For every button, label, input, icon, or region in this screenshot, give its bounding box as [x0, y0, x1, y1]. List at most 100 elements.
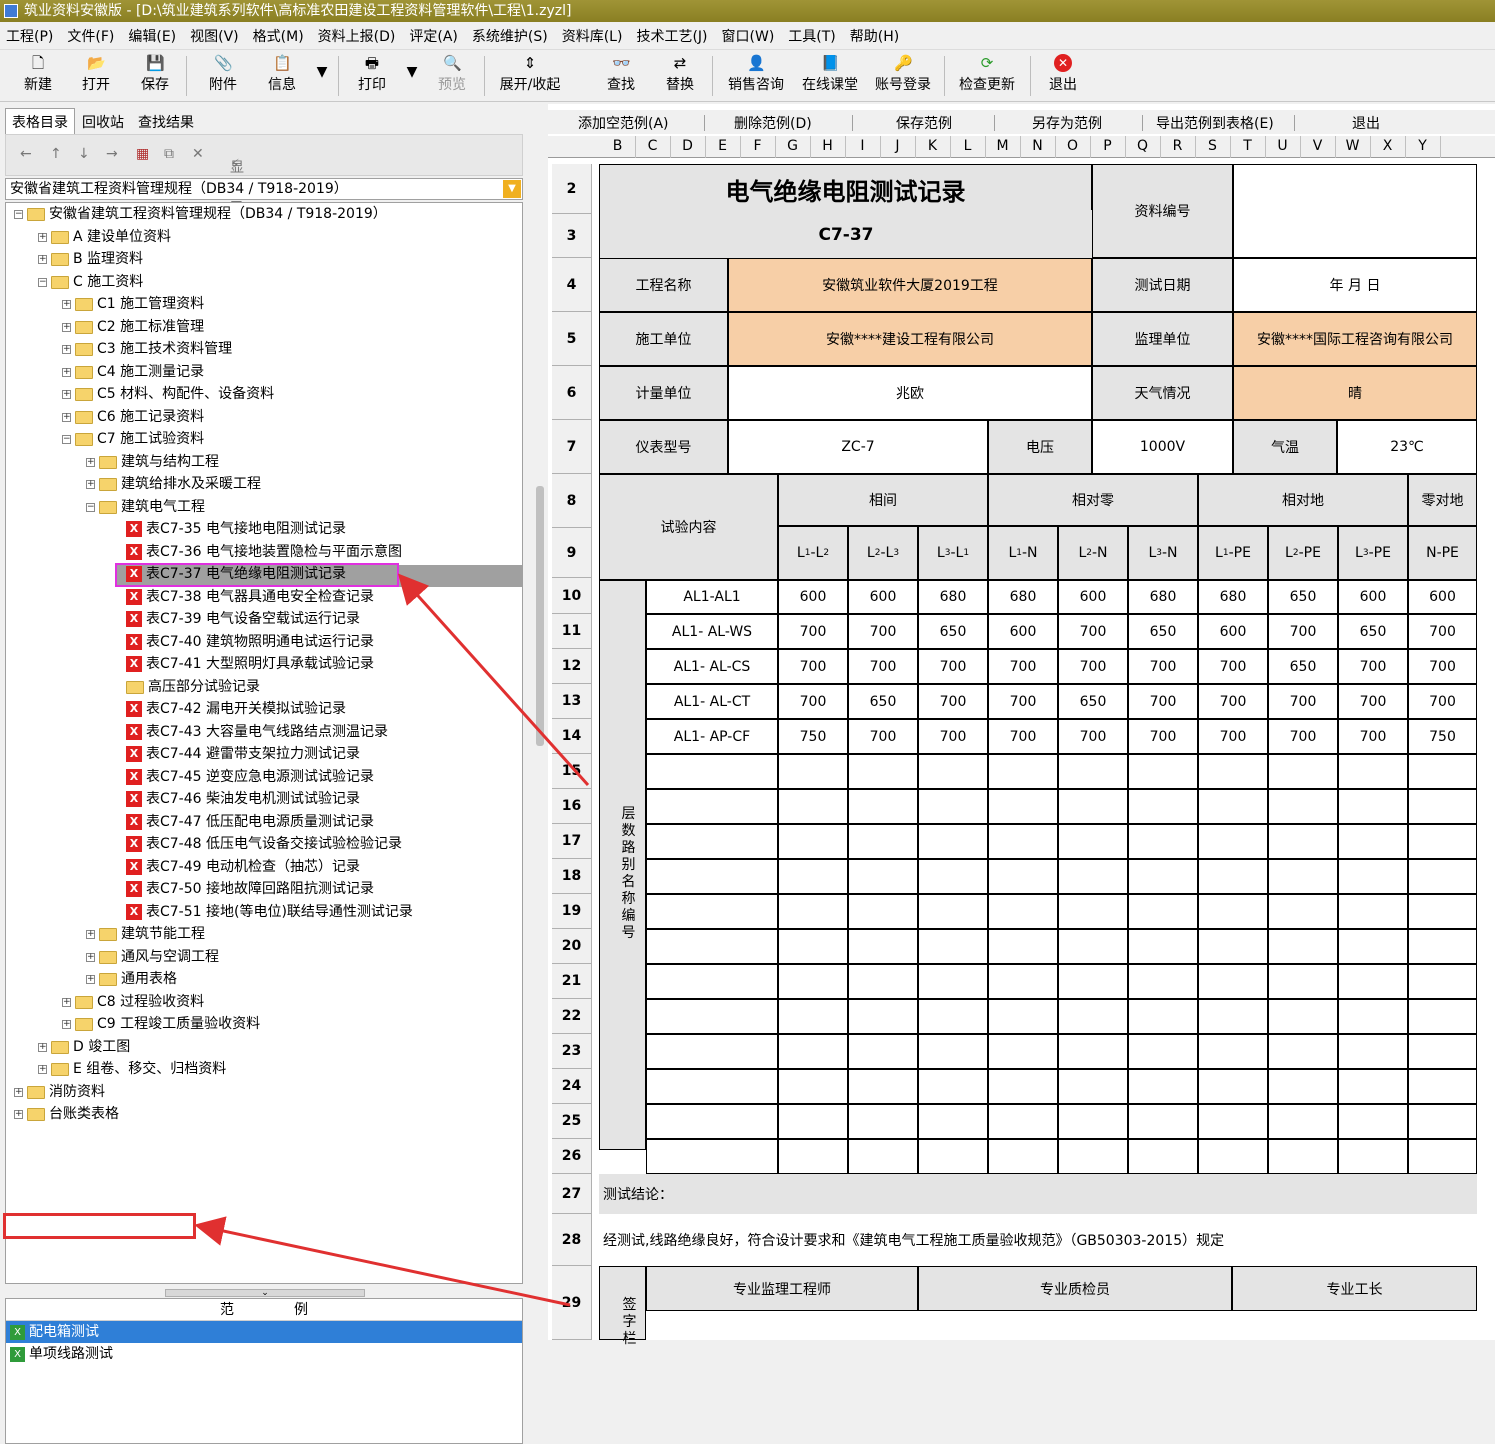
row-name[interactable] — [646, 999, 778, 1034]
subcolumn-header[interactable]: L 3 -L 1 — [918, 526, 988, 580]
unit-value[interactable]: 兆欧 — [728, 366, 1092, 420]
subcolumn-header[interactable]: L 3 -PE — [1338, 526, 1408, 580]
row-name[interactable]: AL1- AL-CS — [646, 649, 778, 684]
row-name[interactable] — [646, 754, 778, 789]
row-number[interactable]: 5 — [552, 312, 592, 366]
unit-label[interactable]: 计量单位 — [599, 366, 728, 420]
column-letter[interactable]: P — [1090, 138, 1125, 154]
row-number[interactable]: 13 — [552, 684, 592, 719]
expand-icon[interactable]: + — [38, 1064, 47, 1074]
subcolumn-header[interactable]: N-PE — [1408, 526, 1477, 580]
expand-icon[interactable]: + — [14, 1087, 23, 1097]
sales-consult-button[interactable]: 👤 销售咨询 — [723, 54, 789, 98]
value-cell[interactable]: 700 — [848, 614, 918, 649]
column-letter[interactable]: T — [1230, 138, 1265, 154]
value-cell[interactable]: 700 — [1198, 719, 1268, 754]
row-name[interactable] — [646, 964, 778, 999]
value-cell[interactable]: 650 — [1268, 649, 1338, 684]
arrow-right-icon[interactable]: → — [106, 146, 118, 162]
value-cell[interactable] — [1408, 859, 1477, 894]
value-cell[interactable] — [778, 1104, 848, 1139]
value-cell[interactable] — [1268, 1069, 1338, 1104]
row-number[interactable]: 6 — [552, 366, 592, 420]
copy-icon[interactable]: ⧉ — [164, 146, 174, 162]
menu-format[interactable]: 格式(M) — [253, 26, 304, 46]
expand-icon[interactable]: + — [62, 412, 71, 422]
value-cell[interactable] — [1408, 1139, 1477, 1174]
arrow-down-icon[interactable]: ↓ — [78, 146, 90, 162]
value-cell[interactable] — [1128, 1034, 1198, 1069]
row-number[interactable]: 17 — [552, 824, 592, 859]
value-cell[interactable]: 700 — [1128, 719, 1198, 754]
value-cell[interactable] — [1128, 1104, 1198, 1139]
value-cell[interactable] — [848, 894, 918, 929]
value-cell[interactable] — [1198, 964, 1268, 999]
value-cell[interactable]: 700 — [1338, 719, 1408, 754]
value-cell[interactable] — [988, 754, 1058, 789]
row-number[interactable]: 19 — [552, 894, 592, 929]
arrow-up-icon[interactable]: ↑ — [50, 146, 62, 162]
delete-sample-button[interactable]: 删除范例(D) — [734, 113, 812, 133]
tree-item-c7-41[interactable]: X 表C7-41 大型照明灯具承载试验记录 — [126, 653, 374, 675]
subcolumn-header[interactable]: L 2 -N — [1058, 526, 1128, 580]
row-number[interactable]: 14 — [552, 719, 592, 754]
value-cell[interactable] — [1408, 1034, 1477, 1069]
value-cell[interactable] — [1198, 754, 1268, 789]
value-cell[interactable] — [988, 999, 1058, 1034]
menu-report[interactable]: 资料上报(D) — [318, 26, 396, 46]
tree-node-c1[interactable]: + C1 施工管理资料 — [62, 293, 204, 315]
value-cell[interactable] — [918, 824, 988, 859]
value-cell[interactable] — [1198, 824, 1268, 859]
conclusion-label[interactable]: 测试结论： — [599, 1174, 1477, 1214]
replace-button[interactable]: ⇄ 替换 — [660, 54, 700, 98]
row-number[interactable]: 9 — [552, 528, 592, 578]
value-cell[interactable] — [918, 859, 988, 894]
value-cell[interactable] — [1268, 964, 1338, 999]
row-name[interactable] — [646, 1069, 778, 1104]
supervisor-label[interactable]: 监理单位 — [1092, 312, 1233, 366]
column-letter[interactable]: M — [985, 138, 1020, 154]
value-cell[interactable] — [778, 894, 848, 929]
tree-node-general[interactable]: + 通用表格 — [86, 968, 177, 990]
value-cell[interactable]: 700 — [1268, 614, 1338, 649]
value-cell[interactable] — [848, 824, 918, 859]
row-number[interactable]: 2 — [552, 164, 592, 214]
value-cell[interactable] — [1198, 999, 1268, 1034]
row-number[interactable]: 26 — [552, 1139, 592, 1174]
value-cell[interactable] — [848, 1139, 918, 1174]
value-cell[interactable]: 700 — [1058, 614, 1128, 649]
row-number[interactable]: 23 — [552, 1034, 592, 1069]
expand-icon[interactable]: + — [38, 232, 47, 242]
value-cell[interactable]: 750 — [1408, 719, 1477, 754]
row-number[interactable]: 21 — [552, 964, 592, 999]
value-cell[interactable] — [1058, 1069, 1128, 1104]
tree-item-c7-40[interactable]: X 表C7-40 建筑物照明通电试运行记录 — [126, 631, 374, 653]
value-cell[interactable]: 600 — [848, 580, 918, 614]
value-cell[interactable] — [988, 1069, 1058, 1104]
check-update-button[interactable]: ⟳ 检查更新 — [954, 54, 1020, 98]
value-cell[interactable]: 700 — [918, 719, 988, 754]
column-letter[interactable]: H — [810, 138, 845, 154]
value-cell[interactable]: 600 — [1058, 580, 1128, 614]
value-cell[interactable] — [848, 964, 918, 999]
value-cell[interactable]: 700 — [848, 649, 918, 684]
value-cell[interactable] — [988, 929, 1058, 964]
value-cell[interactable]: 700 — [1198, 649, 1268, 684]
value-cell[interactable] — [1128, 859, 1198, 894]
menu-edit[interactable]: 编辑(E) — [128, 26, 176, 46]
subcolumn-header[interactable]: L 3 -N — [1128, 526, 1198, 580]
value-cell[interactable] — [778, 824, 848, 859]
row-number[interactable]: 12 — [552, 649, 592, 684]
save-sample-button[interactable]: 保存范例 — [896, 113, 952, 133]
test-content-label[interactable]: 试验内容 — [599, 474, 778, 580]
value-cell[interactable] — [1408, 929, 1477, 964]
column-letter[interactable]: Q — [1125, 138, 1160, 154]
value-cell[interactable] — [918, 999, 988, 1034]
value-cell[interactable] — [1058, 964, 1128, 999]
value-cell[interactable] — [1268, 894, 1338, 929]
value-cell[interactable] — [1058, 1139, 1128, 1174]
value-cell[interactable] — [1338, 789, 1408, 824]
doc-no-value[interactable] — [1233, 164, 1477, 258]
value-cell[interactable]: 600 — [778, 580, 848, 614]
value-cell[interactable]: 700 — [1408, 684, 1477, 719]
